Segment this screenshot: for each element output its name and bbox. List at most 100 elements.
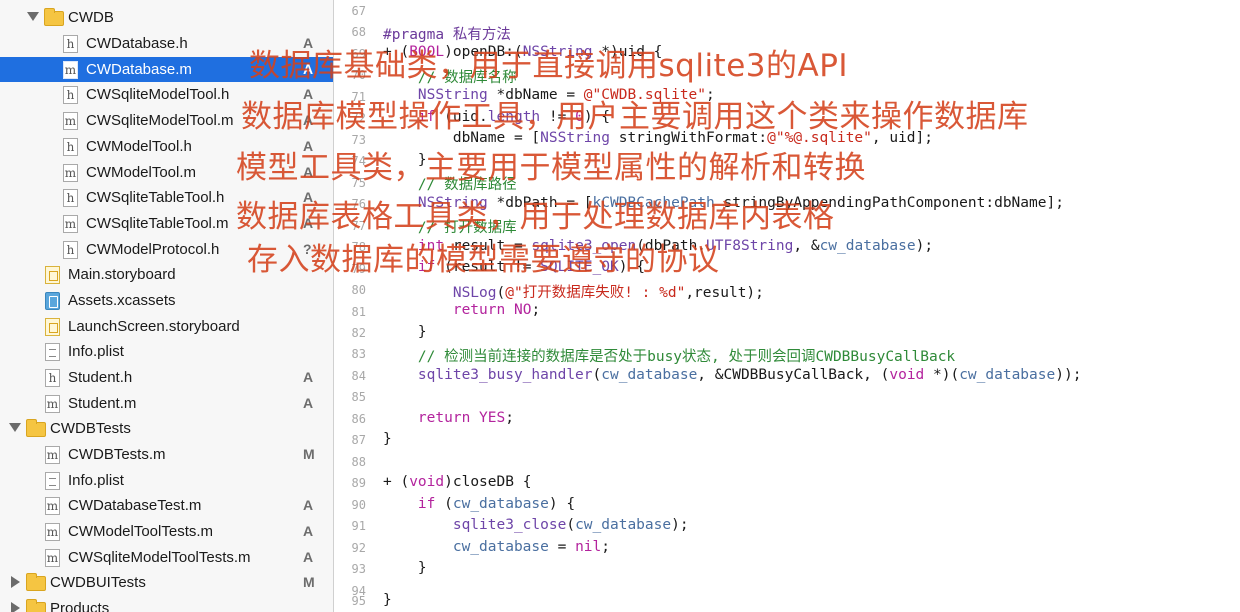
- file-label: CWSqliteTableTool.h: [86, 189, 225, 206]
- storyboard-icon: [45, 318, 60, 336]
- code-text: ;: [601, 539, 611, 555]
- scm-status-badge: A: [303, 523, 314, 539]
- line-number: 88: [351, 455, 366, 469]
- code-text: , &CWDBBusyCallBack, (: [697, 367, 890, 383]
- file-label: CWSqliteModelToolTests.m: [68, 549, 251, 566]
- header-file-icon: h: [63, 138, 78, 156]
- code-text: ,result);: [685, 285, 764, 301]
- code-text: );: [671, 517, 689, 533]
- implementation-file-icon: m: [63, 215, 78, 233]
- code-keyword: nil: [575, 539, 602, 555]
- line-number: 81: [351, 305, 366, 319]
- scm-status-badge: A: [303, 369, 314, 385]
- code-text: }: [383, 324, 427, 340]
- asset-catalog-icon: [45, 292, 60, 310]
- code-text: ;: [531, 302, 541, 318]
- disclosure-triangle-expanded-icon[interactable]: [9, 423, 21, 432]
- file-label: Student.h: [68, 369, 133, 386]
- scm-status-badge: M: [303, 574, 315, 590]
- file-label: Assets.xcassets: [68, 292, 176, 309]
- file-label: CWDBTests.m: [68, 446, 166, 463]
- code-string: @"打开数据库失败! : %d": [505, 285, 686, 301]
- navigator-file-launchscreen-storyboard[interactable]: LaunchScreen.storyboard: [0, 314, 333, 339]
- scm-status-badge: M: [303, 446, 315, 462]
- navigator-group-products[interactable]: Products: [0, 596, 333, 612]
- line-number: 87: [351, 433, 366, 447]
- plist-file-icon: [45, 472, 60, 490]
- code-text: ;: [505, 410, 514, 426]
- navigator-file-cwdbtests-m[interactable]: m CWDBTests.m M: [0, 442, 333, 467]
- file-label: Info.plist: [68, 472, 124, 489]
- navigator-file-student-h[interactable]: h Student.h A: [0, 365, 333, 390]
- group-label: Products: [50, 600, 110, 612]
- code-line: if (cw_database) {: [383, 496, 575, 512]
- file-label: CWSqliteTableTool.m: [86, 215, 229, 232]
- file-label: LaunchScreen.storyboard: [68, 318, 240, 335]
- code-keyword: return: [417, 410, 471, 426]
- disclosure-triangle-collapsed-icon[interactable]: [11, 602, 20, 612]
- navigator-file-assets-xcassets[interactable]: Assets.xcassets: [0, 288, 333, 313]
- code-text: }: [383, 560, 427, 576]
- disclosure-triangle-expanded-icon[interactable]: [27, 12, 39, 21]
- code-text: ) {: [548, 496, 576, 512]
- line-number: 90: [351, 498, 366, 512]
- file-label: CWSqliteModelTool.h: [86, 86, 230, 103]
- implementation-file-icon: m: [63, 112, 78, 130]
- code-keyword: YES: [479, 410, 506, 426]
- navigator-group-cwdbuitests[interactable]: CWDBUITests M: [0, 570, 333, 595]
- annotation-model-tool-class: 模型工具类，主要用于模型属性的解析和转换: [236, 150, 866, 186]
- line-number: 80: [351, 283, 366, 297]
- navigator-file-tests-info-plist[interactable]: Info.plist: [0, 468, 333, 493]
- storyboard-icon: [45, 266, 60, 284]
- navigator-file-cwsqlitemodeltooltests-m[interactable]: m CWSqliteModelToolTests.m A: [0, 545, 333, 570]
- code-line: sqlite3_close(cw_database);: [383, 517, 689, 533]
- code-line: // 检测当前连接的数据库是否处于busy状态, 处于则会回调CWDBBusyC…: [383, 345, 955, 366]
- navigator-file-student-m[interactable]: m Student.m A: [0, 391, 333, 416]
- code-text: }: [383, 592, 392, 608]
- code-keyword: if: [417, 496, 436, 512]
- code-variable: cw_database: [452, 539, 549, 555]
- code-variable: cw_database: [959, 367, 1056, 383]
- file-label: CWDatabase.h: [86, 35, 188, 52]
- navigator-file-info-plist[interactable]: Info.plist: [0, 339, 333, 364]
- navigator-group-cwdb[interactable]: CWDB: [0, 5, 333, 30]
- code-text: *)(: [924, 367, 960, 383]
- code-line: }: [383, 560, 427, 576]
- file-label: CWDatabaseTest.m: [68, 497, 202, 514]
- scm-status-badge: A: [303, 549, 314, 565]
- file-label: Student.m: [68, 395, 137, 412]
- line-number: 82: [351, 326, 366, 340]
- code-text: , &: [793, 238, 820, 254]
- header-file-icon: h: [63, 35, 78, 53]
- scm-status-badge: A: [303, 395, 314, 411]
- line-number: 84: [351, 369, 366, 383]
- annotation-model-protocol: 存入数据库的模型需要遵守的协议: [247, 242, 720, 278]
- code-variable: cw_database: [452, 496, 549, 512]
- file-label: CWSqliteModelTool.m: [86, 112, 234, 129]
- code-line: + (void)closeDB {: [383, 474, 531, 490]
- annotation-database-base-class: 数据库基础类，用于直接调用sqlite3的API: [249, 48, 849, 84]
- code-text: ));: [1055, 367, 1082, 383]
- line-number: 89: [351, 476, 366, 490]
- navigator-file-cwmodeltooltests-m[interactable]: m CWModelToolTests.m A: [0, 519, 333, 544]
- disclosure-triangle-collapsed-icon[interactable]: [11, 576, 20, 588]
- line-number: 95: [351, 594, 366, 608]
- group-label: CWDBUITests: [50, 574, 146, 591]
- code-text: (: [435, 496, 453, 512]
- implementation-file-icon: m: [63, 164, 78, 182]
- line-number: 83: [351, 347, 366, 361]
- navigator-file-cwdatabasetest-m[interactable]: m CWDatabaseTest.m A: [0, 493, 333, 518]
- line-number: 67: [351, 4, 366, 18]
- code-line: NSLog(@"打开数据库失败! : %d",result);: [383, 281, 764, 302]
- implementation-file-icon: m: [63, 61, 78, 79]
- file-label: Main.storyboard: [68, 266, 176, 283]
- navigator-group-cwdbtests[interactable]: CWDBTests: [0, 416, 333, 441]
- file-label: CWDatabase.m: [86, 61, 192, 78]
- code-function: sqlite3_busy_handler: [417, 367, 593, 383]
- line-number: 92: [351, 541, 366, 555]
